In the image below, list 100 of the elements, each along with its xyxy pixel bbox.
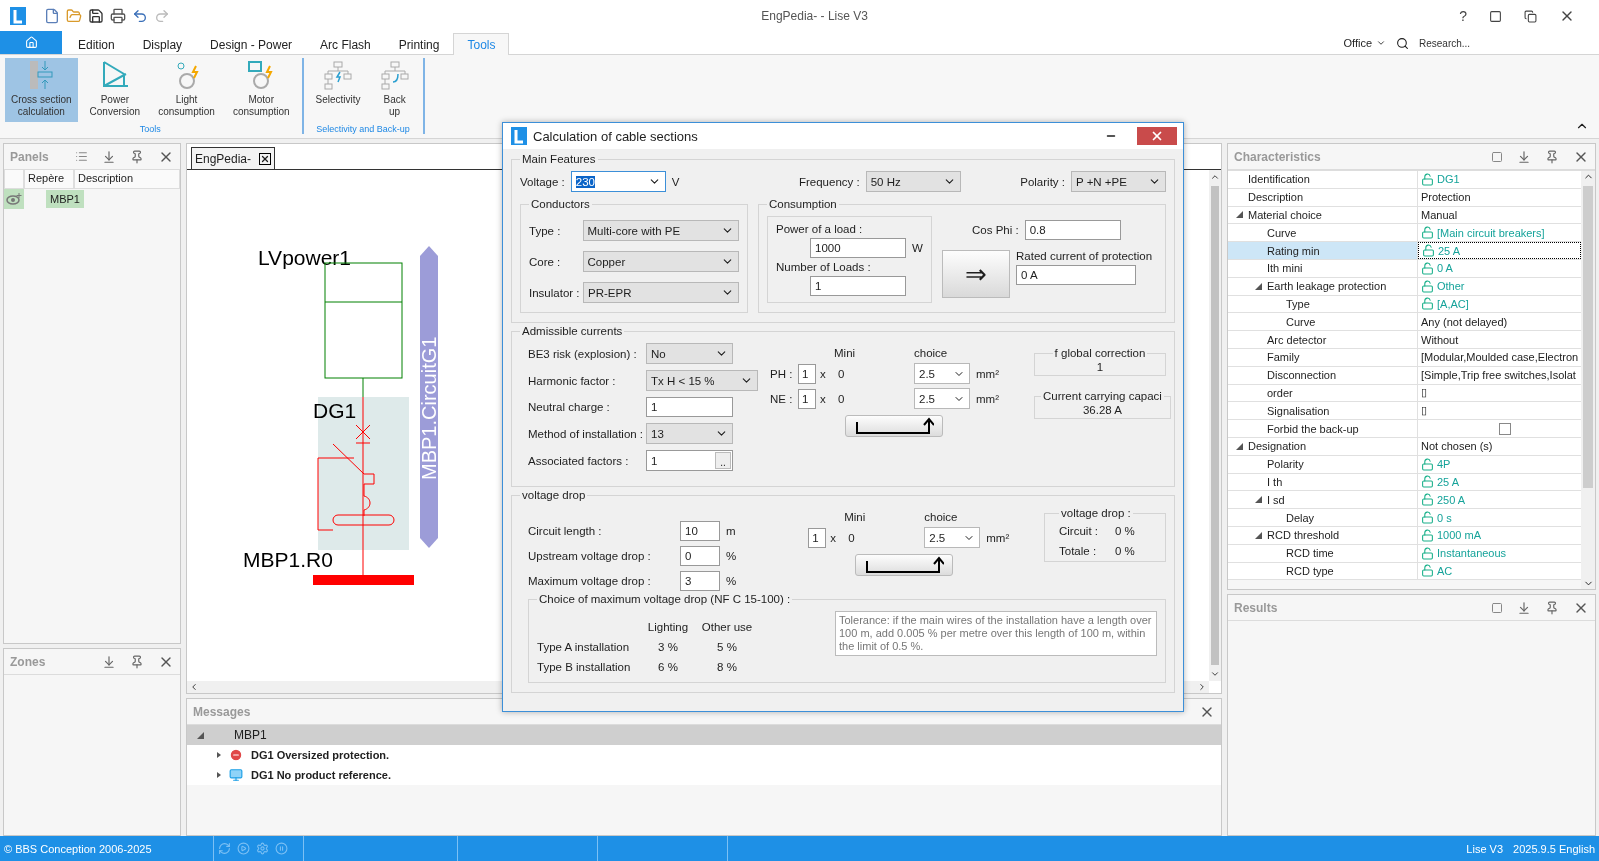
help-button[interactable]: ? (1459, 8, 1467, 24)
window-icon[interactable] (1491, 601, 1503, 614)
voltage-dropdown[interactable]: 230 (570, 171, 666, 192)
input-field[interactable]: 1 (808, 527, 827, 548)
row-marker[interactable] (4, 189, 24, 209)
input-field[interactable]: 0 (680, 546, 720, 566)
property-value[interactable]: [Simple,Trip free switches,Isolat (1418, 366, 1581, 384)
property-value[interactable]: Not chosen (s) (1418, 437, 1581, 455)
restore-icon[interactable] (1524, 9, 1537, 23)
dock-icon[interactable] (1517, 149, 1531, 164)
expand-icon[interactable] (1236, 442, 1243, 450)
ribbon-button[interactable]: Light consumption (152, 58, 221, 122)
unlock-icon (1421, 511, 1434, 525)
scroll-down-icon[interactable] (1210, 669, 1220, 679)
expand-icon[interactable] (217, 772, 221, 778)
ribbon-tab[interactable]: Tools (453, 33, 510, 55)
expand-icon[interactable] (1236, 211, 1243, 219)
input-field[interactable]: 1 (646, 397, 733, 417)
ribbon-button[interactable]: Back up (372, 58, 417, 122)
property-value[interactable]: ▯ (1418, 402, 1581, 420)
dropdown[interactable]: Tx H < 15 % (646, 370, 758, 391)
ribbon-tab[interactable]: Display (128, 33, 197, 55)
ribbon-button[interactable]: Power Conversion (83, 58, 147, 122)
dropdown[interactable]: 13 (646, 423, 733, 444)
dropdown[interactable]: 2.5 (914, 388, 970, 409)
dock-icon[interactable] (1517, 600, 1531, 615)
frequency-dropdown[interactable]: 50 Hz (865, 171, 961, 192)
dock-icon[interactable] (102, 149, 116, 164)
pin-icon[interactable] (1545, 600, 1559, 615)
input-field[interactable]: 0.8 (1024, 220, 1121, 240)
home-tab[interactable] (0, 31, 62, 54)
apply-section-button[interactable] (855, 554, 954, 576)
ribbon-button[interactable]: Cross section calculation (5, 58, 78, 122)
tree-item[interactable]: MBP1 (46, 190, 84, 208)
ribbon-button[interactable]: Motor consumption (226, 58, 296, 122)
pin-icon[interactable] (130, 654, 144, 669)
window-icon[interactable] (1491, 150, 1503, 163)
dropdown[interactable]: PR-EPR (583, 282, 739, 303)
ribbon-display-icon[interactable] (1489, 9, 1502, 23)
input-field[interactable]: 1000 (810, 238, 906, 258)
dropdown[interactable]: No (646, 343, 733, 364)
property-label[interactable]: Rating min (1228, 242, 1418, 259)
search-field[interactable]: Research... (1419, 37, 1559, 49)
calculate-button[interactable]: ⇒ (942, 250, 1010, 298)
ribbon-tab[interactable]: Edition (64, 33, 129, 55)
browse-button[interactable]: .. (715, 452, 731, 469)
expand-icon[interactable] (1255, 282, 1262, 290)
scroll-right-icon[interactable] (1197, 682, 1207, 692)
value-text: 3 % (657, 641, 679, 653)
expand-icon[interactable] (217, 752, 221, 758)
scrollbar-thumb[interactable] (1583, 186, 1593, 488)
property-value[interactable]: Without (1418, 331, 1581, 348)
property-value[interactable]: [Modular,Moulded case,Electron (1418, 348, 1581, 366)
property-value[interactable]: Any (not delayed) (1418, 313, 1581, 331)
list-icon[interactable] (75, 150, 88, 163)
undo-icon[interactable] (132, 8, 148, 24)
expand-icon[interactable] (197, 731, 204, 739)
dropdown[interactable]: Multi-core with PE (582, 220, 739, 241)
property-value[interactable]: Protection (1418, 188, 1581, 206)
dropdown[interactable]: 2.5 (914, 363, 970, 384)
close-button[interactable] (1137, 127, 1177, 145)
scrollbar-thumb[interactable] (1211, 186, 1219, 665)
scroll-left-icon[interactable] (189, 682, 199, 692)
message-group[interactable]: MBP1 (187, 725, 1221, 745)
pin-icon[interactable] (130, 149, 144, 164)
property-value[interactable]: ▯ (1418, 384, 1581, 402)
close-icon[interactable] (259, 152, 272, 165)
input-field[interactable]: 1 (798, 363, 816, 384)
dropdown[interactable]: 2.5 (924, 527, 981, 548)
ribbon-tab[interactable]: Arc Flash (306, 33, 385, 55)
pin-icon[interactable] (1545, 149, 1559, 164)
input-field[interactable]: 1 (798, 388, 816, 409)
chevron-down-icon[interactable] (1376, 38, 1386, 48)
unlock-icon (1422, 244, 1435, 258)
input-field[interactable]: 1 .. (646, 450, 733, 471)
input-field[interactable]: 3 (680, 571, 720, 591)
property-value[interactable]: Manual (1418, 206, 1581, 224)
dropdown[interactable]: Copper (582, 251, 739, 272)
ribbon-button[interactable]: Selectivity (309, 58, 367, 122)
office-dropdown[interactable]: Office (1343, 37, 1386, 49)
save-icon[interactable] (88, 8, 104, 24)
checkbox[interactable] (1499, 422, 1511, 435)
message-text: DG1 No product reference. (251, 769, 391, 781)
new-file-icon[interactable] (44, 8, 60, 24)
ribbon-tab[interactable]: Printing (384, 33, 454, 55)
polarity-dropdown[interactable]: P +N +PE (1071, 171, 1166, 192)
scroll-up-icon[interactable] (1210, 172, 1220, 182)
document-tab[interactable]: EngPedia- (191, 147, 276, 169)
apply-section-button[interactable] (845, 415, 943, 437)
search-icon[interactable] (1396, 36, 1409, 50)
printer-icon[interactable] (110, 8, 126, 24)
input-field[interactable]: 0 A (1016, 265, 1136, 285)
expand-icon[interactable] (1255, 531, 1262, 539)
ribbon-tab[interactable]: Design - Power (196, 33, 307, 55)
input-field[interactable]: 1 (810, 276, 906, 296)
dock-icon[interactable] (102, 654, 116, 669)
input-field[interactable]: 10 (680, 521, 720, 541)
unit-label: mm² (976, 392, 1000, 405)
expand-icon[interactable] (1255, 496, 1262, 504)
unit-label: % (726, 575, 737, 587)
